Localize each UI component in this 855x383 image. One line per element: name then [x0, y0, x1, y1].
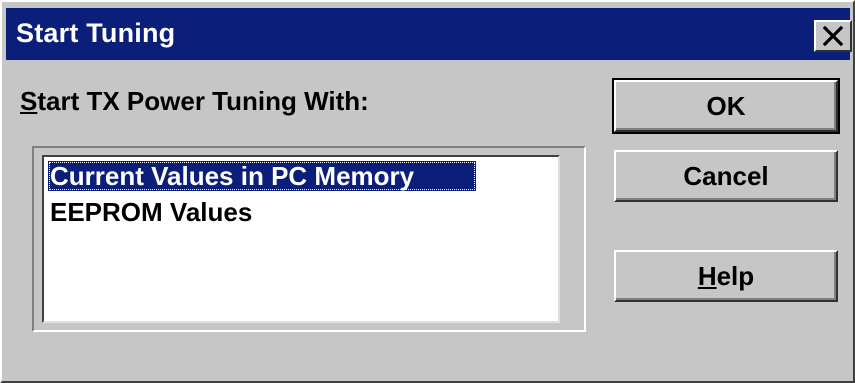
ok-button[interactable]: OK — [612, 78, 840, 134]
list-item-eeprom-values[interactable]: EEPROM Values — [48, 197, 254, 227]
prompt-text: tart TX Power Tuning With: — [37, 86, 369, 116]
help-mnemonic: H — [697, 260, 717, 291]
cancel-button[interactable]: Cancel — [614, 150, 838, 202]
help-label-rest: elp — [716, 260, 755, 291]
title-bar[interactable]: Start Tuning — [6, 8, 852, 60]
tuning-source-listbox[interactable]: Current Values in PC Memory EEPROM Value… — [42, 155, 560, 323]
list-prompt-label: Start TX Power Tuning With: — [20, 86, 369, 117]
help-button[interactable]: Help — [614, 250, 838, 302]
close-icon — [822, 26, 844, 46]
mnemonic-letter: S — [20, 86, 38, 116]
close-button[interactable] — [814, 20, 852, 52]
window-title: Start Tuning — [16, 18, 176, 48]
list-item-current-values[interactable]: Current Values in PC Memory — [48, 161, 476, 191]
start-tuning-dialog: Start Tuning Start TX Power Tuning With:… — [0, 0, 855, 383]
